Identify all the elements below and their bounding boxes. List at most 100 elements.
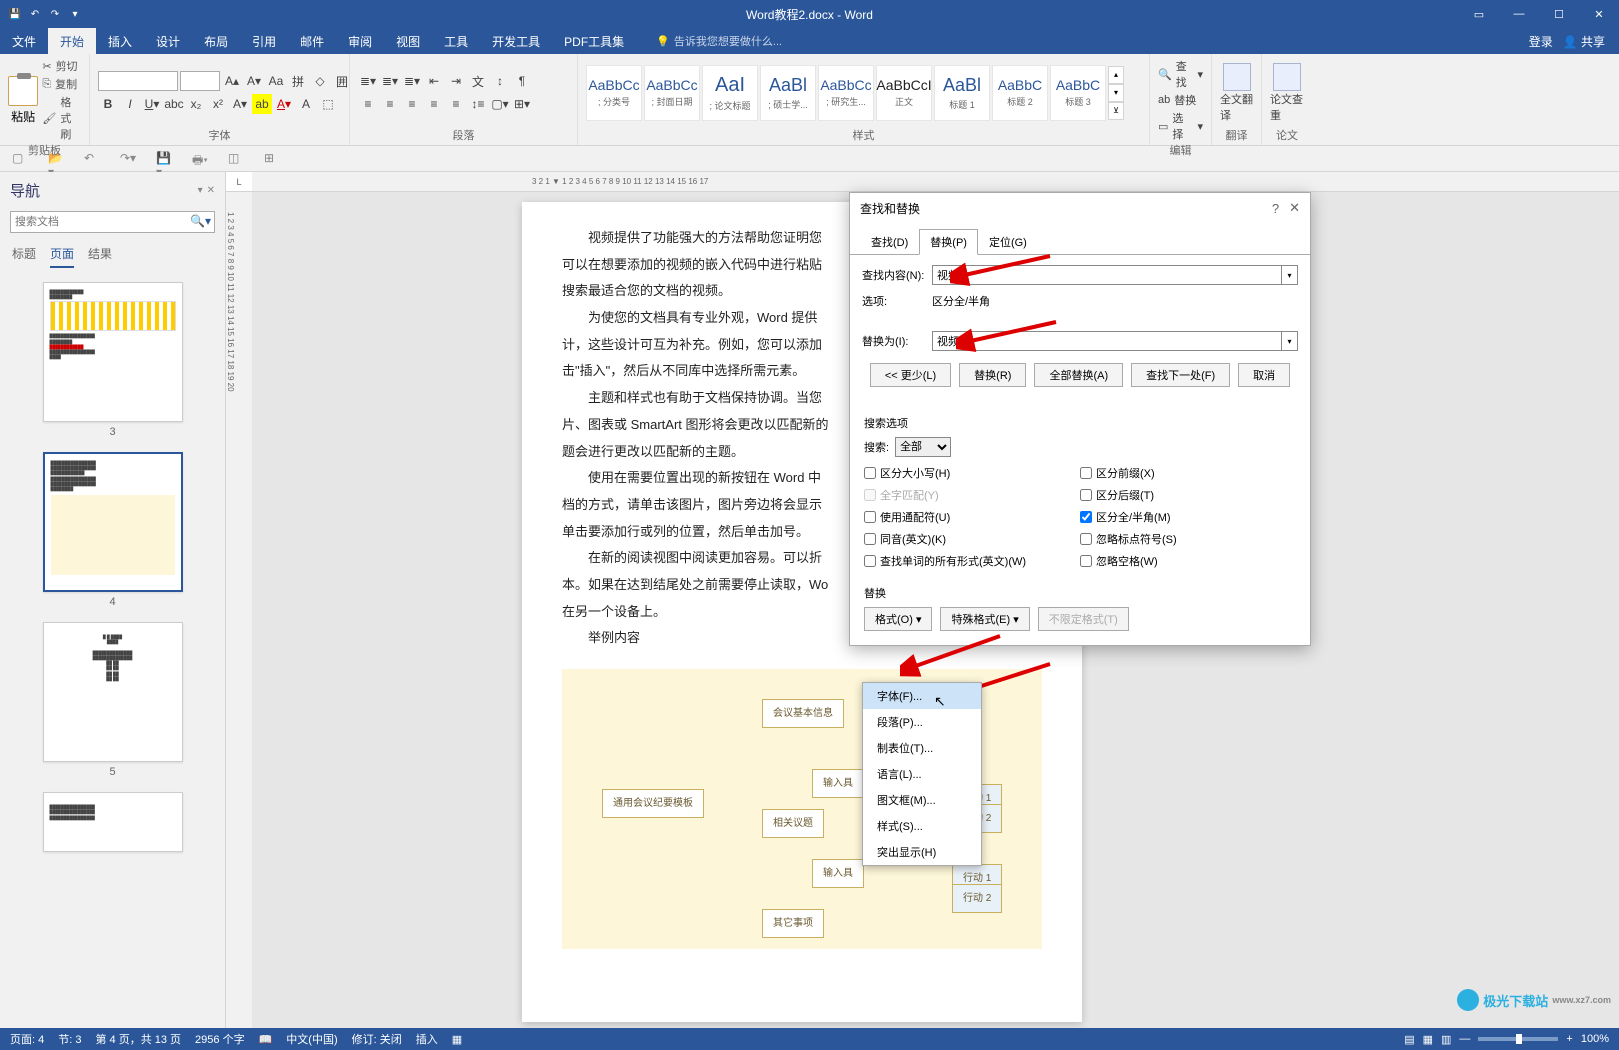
cut-button[interactable]: ✂ 剪切 bbox=[42, 58, 81, 74]
format-menu-tabs[interactable]: 制表位(T)... bbox=[863, 735, 981, 761]
cancel-button[interactable]: 取消 bbox=[1238, 363, 1290, 387]
subscript-icon[interactable]: x₂ bbox=[186, 94, 206, 114]
painter-button[interactable]: 🖌 格式刷 bbox=[42, 94, 81, 142]
style-expand-icon[interactable]: ⊻ bbox=[1108, 102, 1124, 120]
format-menu-frame[interactable]: 图文框(M)... bbox=[863, 787, 981, 813]
less-button[interactable]: << 更少(L) bbox=[870, 363, 951, 387]
indent-inc-icon[interactable]: ⇥ bbox=[446, 71, 466, 91]
borders-icon[interactable]: ⊞▾ bbox=[512, 94, 532, 114]
share-button[interactable]: 👤 共享 bbox=[1563, 33, 1605, 50]
find-input[interactable]: 视频 bbox=[932, 265, 1282, 285]
shrink-font-icon[interactable]: A▾ bbox=[244, 71, 264, 91]
view-web-icon[interactable]: ▥ bbox=[1441, 1033, 1451, 1046]
distribute-icon[interactable]: ≡ bbox=[446, 94, 466, 114]
dialog-tab-replace[interactable]: 替换(P) bbox=[919, 229, 978, 255]
page-thumbnail[interactable]: █ █ ████████████████████████████████████… bbox=[43, 622, 183, 778]
search-icon[interactable]: 🔍▾ bbox=[190, 214, 211, 228]
tab-design[interactable]: 设计 bbox=[144, 28, 192, 54]
page-thumbnail[interactable]: ████████████████████████████████████████… bbox=[43, 792, 183, 852]
tab-file[interactable]: 文件 bbox=[0, 28, 48, 54]
dialog-tab-find[interactable]: 查找(D) bbox=[860, 229, 919, 255]
check-case[interactable]: 区分大小写(H) bbox=[864, 465, 1080, 481]
shading-icon[interactable]: ▢▾ bbox=[490, 94, 510, 114]
tab-mail[interactable]: 邮件 bbox=[288, 28, 336, 54]
status-revise[interactable]: 修订: 关闭 bbox=[352, 1031, 402, 1047]
qat-more-icon[interactable]: ▾ bbox=[66, 5, 84, 23]
style-item[interactable]: AaBbCc; 分类号 bbox=[586, 65, 642, 121]
check-ignore-punct[interactable]: 忽略标点符号(S) bbox=[1080, 531, 1296, 547]
select-button[interactable]: ▭ 选择▾ bbox=[1158, 110, 1203, 142]
dialog-close-icon[interactable]: ✕ bbox=[1289, 200, 1300, 216]
replace-dropdown-icon[interactable]: ▾ bbox=[1282, 331, 1298, 351]
align-left-icon[interactable]: ≡ bbox=[358, 94, 378, 114]
qat-preview-icon[interactable]: ◫ bbox=[228, 151, 246, 167]
phonetic-icon[interactable]: 拼 bbox=[288, 71, 308, 91]
style-item[interactable]: AaBbC标题 2 bbox=[992, 65, 1048, 121]
style-item[interactable]: AaBbCcI正文 bbox=[876, 65, 932, 121]
underline-icon[interactable]: U▾ bbox=[142, 94, 162, 114]
replace-one-button[interactable]: 替换(R) bbox=[959, 363, 1026, 387]
nav-search-input[interactable] bbox=[10, 211, 215, 233]
find-dropdown-icon[interactable]: ▾ bbox=[1282, 265, 1298, 285]
undo-icon[interactable]: ↶ bbox=[26, 5, 44, 23]
numbering-icon[interactable]: ≣▾ bbox=[380, 71, 400, 91]
view-print-icon[interactable]: ▦ bbox=[1423, 1033, 1433, 1046]
styles-gallery[interactable]: AaBbCc; 分类号 AaBbCc; 封面日期 AaI; 论文标题 AaBl;… bbox=[586, 65, 1124, 121]
minimize-icon[interactable]: — bbox=[1499, 0, 1539, 28]
check-wordforms[interactable]: 查找单词的所有形式(英文)(W) bbox=[864, 553, 1080, 569]
nav-close-icon[interactable]: ✕ bbox=[207, 185, 215, 196]
char-border-icon[interactable]: ⬚ bbox=[318, 94, 338, 114]
enclose-icon[interactable]: 囲 bbox=[332, 71, 352, 91]
qat-undo-icon[interactable]: ↶ bbox=[84, 151, 102, 167]
style-item[interactable]: AaBbCc; 研究生... bbox=[818, 65, 874, 121]
sort-icon[interactable]: ↕ bbox=[490, 71, 510, 91]
char-shading-icon[interactable]: A bbox=[296, 94, 316, 114]
find-next-button[interactable]: 查找下一处(F) bbox=[1131, 363, 1230, 387]
multilevel-icon[interactable]: ≣▾ bbox=[402, 71, 422, 91]
tab-home[interactable]: 开始 bbox=[48, 28, 96, 54]
tab-review[interactable]: 审阅 bbox=[336, 28, 384, 54]
page-thumbnail[interactable]: ████████████████████████████████████████… bbox=[43, 282, 183, 438]
status-lang[interactable]: 中文(中国) bbox=[286, 1031, 337, 1047]
style-item[interactable]: AaBbCc; 封面日期 bbox=[644, 65, 700, 121]
check-fullhalf[interactable]: 区分全/半角(M) bbox=[1080, 509, 1296, 525]
qat-misc-icon[interactable]: ⊞ bbox=[264, 151, 282, 167]
style-item[interactable]: AaI; 论文标题 bbox=[702, 65, 758, 121]
change-case-icon[interactable]: Aa bbox=[266, 71, 286, 91]
clear-format-icon[interactable]: ◇ bbox=[310, 71, 330, 91]
search-direction-select[interactable]: 全部 bbox=[895, 437, 951, 457]
tab-pdf[interactable]: PDF工具集 bbox=[552, 28, 636, 54]
font-color-icon[interactable]: A▾ bbox=[274, 94, 294, 114]
italic-icon[interactable]: I bbox=[120, 94, 140, 114]
tell-me[interactable]: 💡 告诉我您想要做什么... bbox=[636, 33, 782, 49]
zoom-percent[interactable]: 100% bbox=[1581, 1033, 1609, 1045]
status-words[interactable]: 2956 个字 bbox=[195, 1031, 245, 1047]
style-item[interactable]: AaBbC标题 3 bbox=[1050, 65, 1106, 121]
nav-dropdown-icon[interactable]: ▾ bbox=[198, 185, 203, 196]
font-size-select[interactable] bbox=[180, 71, 220, 91]
replace-button[interactable]: ab 替换 bbox=[1158, 92, 1203, 108]
check-prefix[interactable]: 区分前缀(X) bbox=[1080, 465, 1296, 481]
find-button[interactable]: 🔍 查找▾ bbox=[1158, 58, 1203, 90]
show-marks-icon[interactable]: ¶ bbox=[512, 71, 532, 91]
style-scroll-down-icon[interactable]: ▾ bbox=[1108, 84, 1124, 102]
format-menu-paragraph[interactable]: 段落(P)... bbox=[863, 709, 981, 735]
superscript-icon[interactable]: x² bbox=[208, 94, 228, 114]
style-item[interactable]: AaBl标题 1 bbox=[934, 65, 990, 121]
style-item[interactable]: AaBl; 硕士学... bbox=[760, 65, 816, 121]
ribbon-options-icon[interactable]: ▭ bbox=[1459, 0, 1499, 28]
paste-button[interactable]: 粘贴 bbox=[8, 76, 38, 125]
status-page-of[interactable]: 第 4 页，共 13 页 bbox=[95, 1031, 181, 1047]
nav-tab-pages[interactable]: 页面 bbox=[50, 245, 74, 268]
format-menu-language[interactable]: 语言(L)... bbox=[863, 761, 981, 787]
check-wildcard[interactable]: 使用通配符(U) bbox=[864, 509, 1080, 525]
nav-tab-headings[interactable]: 标题 bbox=[12, 245, 36, 268]
grow-font-icon[interactable]: A▴ bbox=[222, 71, 242, 91]
align-center-icon[interactable]: ≡ bbox=[380, 94, 400, 114]
status-page[interactable]: 页面: 4 bbox=[10, 1031, 44, 1047]
tab-view[interactable]: 视图 bbox=[384, 28, 432, 54]
qat-print-icon[interactable]: 🖶▾ bbox=[192, 151, 210, 167]
zoom-slider[interactable] bbox=[1478, 1037, 1558, 1041]
page-thumbnail[interactable]: ████████████████████████████████████████… bbox=[43, 452, 183, 608]
status-insert[interactable]: 插入 bbox=[416, 1031, 438, 1047]
